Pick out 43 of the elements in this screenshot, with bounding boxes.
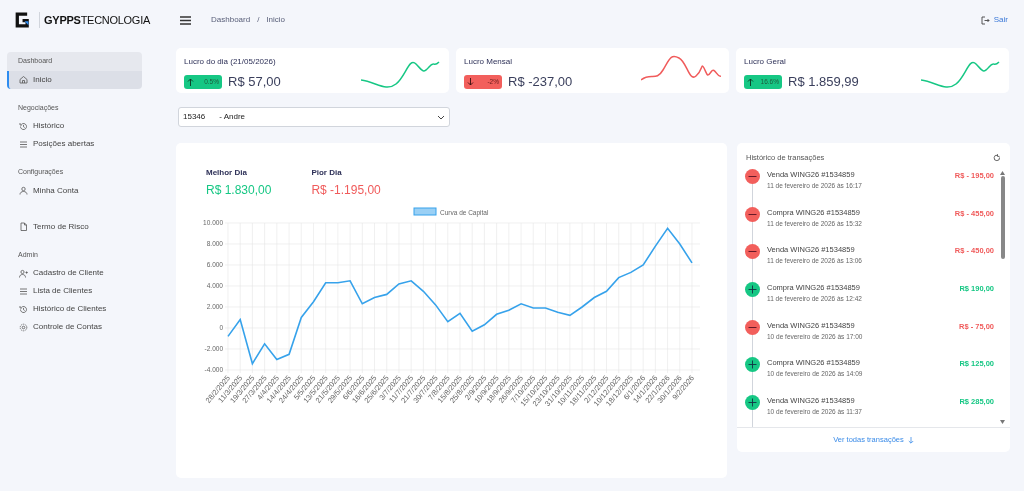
- arrow-up-icon: [187, 77, 194, 86]
- scrollbar[interactable]: [999, 171, 1006, 424]
- worst-day-value: R$ -1.195,00: [311, 182, 381, 199]
- chevron-down-icon: [437, 114, 445, 120]
- breadcrumb-separator: /: [257, 14, 260, 26]
- arrow-up-icon: [747, 77, 754, 86]
- history-icon: [19, 304, 28, 314]
- stat-value: R$ -237,00: [508, 73, 573, 91]
- document-icon: [19, 222, 28, 231]
- list-icon: [19, 286, 28, 296]
- history-icon: [19, 121, 28, 131]
- stat-value: R$ 57,00: [228, 73, 281, 91]
- stat-title: Lucro do dia (21/05/2026): [184, 56, 277, 68]
- sidebar-item[interactable]: Cadastro de Cliente: [7, 264, 142, 282]
- arrow-down-icon: [907, 436, 914, 444]
- sidebar-item[interactable]: Histórico de Clientes: [7, 300, 142, 318]
- arrow-down-icon: [467, 77, 474, 86]
- sidebar-item[interactable]: Histórico: [7, 117, 142, 135]
- stat-value: R$ 1.859,99: [788, 73, 859, 91]
- stat-title: Lucro Geral: [744, 56, 787, 68]
- user-icon: [19, 186, 28, 195]
- breadcrumb-link[interactable]: Dashboard: [211, 14, 251, 26]
- user-add-icon: [19, 268, 28, 278]
- best-day-value: R$ 1.830,00: [206, 182, 272, 199]
- menu-icon[interactable]: [180, 15, 191, 25]
- sidebar-item[interactable]: Controle de Contas: [7, 318, 142, 336]
- home-icon: [19, 75, 28, 84]
- sidebar-item[interactable]: Lista de Clientes: [7, 282, 142, 300]
- breadcrumb-current: Inicio: [266, 14, 286, 26]
- sidebar-item[interactable]: Minha Conta: [7, 181, 142, 200]
- logout-link[interactable]: Sair: [980, 14, 1008, 26]
- logout-icon: [980, 15, 990, 25]
- scroll-down-icon[interactable]: [1000, 420, 1005, 424]
- sidebar-item[interactable]: Termo de Risco: [7, 217, 142, 236]
- best-day-label: Melhor Dia: [206, 167, 248, 179]
- sidebar-item[interactable]: Posições abertas: [7, 135, 142, 153]
- stat-title: Lucro Mensal: [464, 56, 514, 68]
- worst-day-label: Pior Dia: [311, 167, 343, 179]
- brand-name: GYPPSTECNOLOGIA: [39, 11, 150, 29]
- refresh-icon[interactable]: [993, 153, 1001, 162]
- list-icon: [19, 139, 28, 149]
- account-select[interactable]: 15346 - Andre: [178, 107, 450, 127]
- gear-icon: [19, 322, 28, 332]
